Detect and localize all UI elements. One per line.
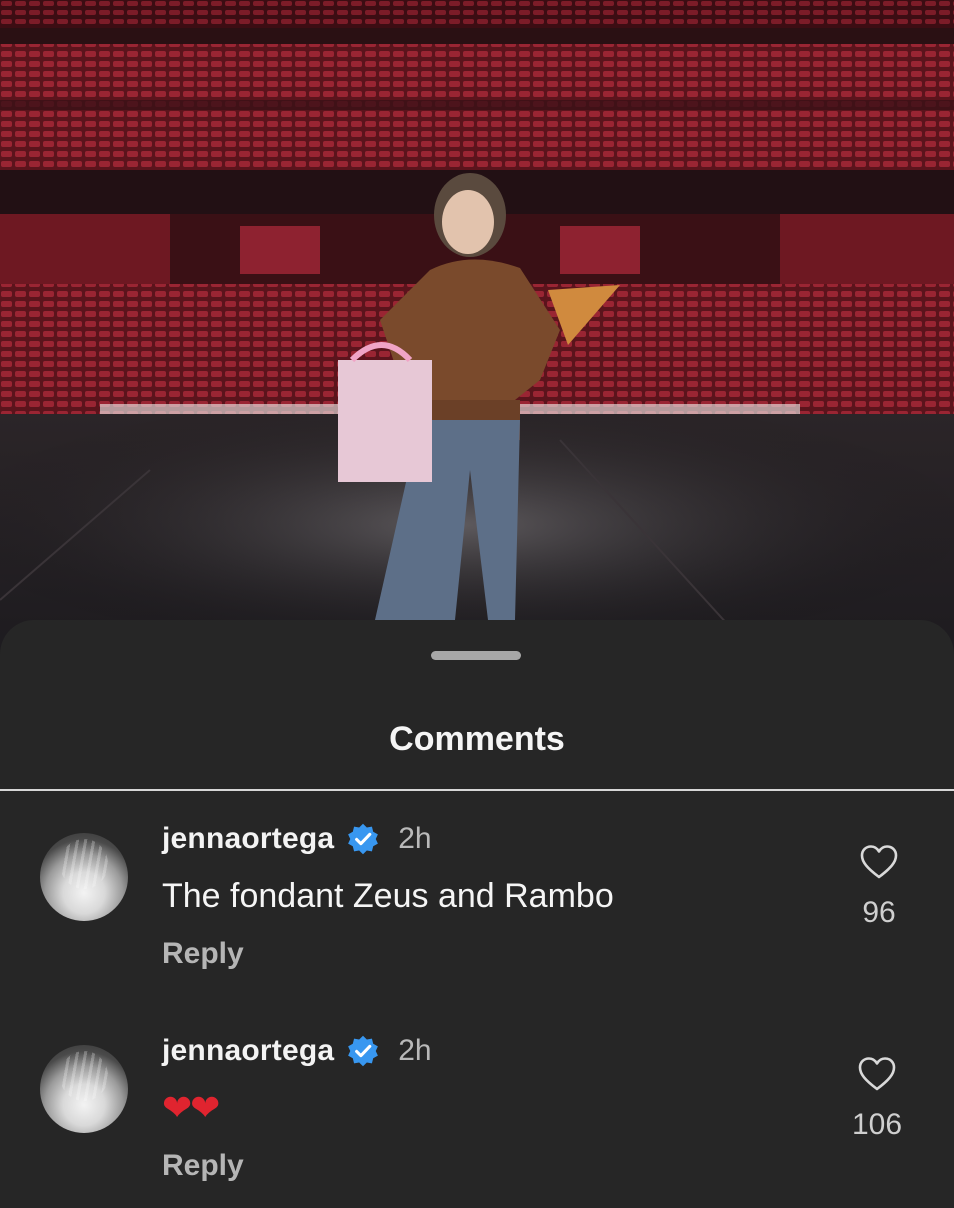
timestamp: 2h bbox=[398, 1034, 432, 1067]
verified-badge-icon bbox=[348, 1035, 379, 1067]
comment-item: jennaortega 2h ❤❤ Reply 106 bbox=[0, 1028, 954, 1208]
reply-button[interactable]: Reply bbox=[162, 1149, 244, 1183]
timestamp: 2h bbox=[398, 822, 432, 855]
drag-handle[interactable] bbox=[431, 651, 521, 660]
verified-badge-icon bbox=[348, 823, 379, 855]
sheet-title: Comments bbox=[389, 720, 565, 758]
comments-sheet: Comments jennaortega 2h The fondant Zeus… bbox=[0, 620, 954, 1200]
like-count: 106 bbox=[851, 1108, 903, 1141]
reply-button[interactable]: Reply bbox=[162, 937, 244, 971]
comment-meta: jennaortega 2h bbox=[162, 1031, 432, 1071]
username[interactable]: jennaortega bbox=[162, 1034, 334, 1068]
divider bbox=[0, 789, 954, 791]
theater-stage-image bbox=[0, 0, 954, 660]
avatar[interactable] bbox=[40, 1045, 128, 1133]
heart-icon[interactable] bbox=[857, 1055, 897, 1093]
like-count: 96 bbox=[862, 896, 896, 929]
post-photo bbox=[0, 0, 954, 660]
comment-emoji: ❤❤ bbox=[162, 1087, 220, 1128]
comment-meta: jennaortega 2h bbox=[162, 819, 432, 859]
username[interactable]: jennaortega bbox=[162, 822, 334, 856]
heart-icon[interactable] bbox=[859, 843, 899, 881]
comment-text: The fondant Zeus and Rambo bbox=[162, 877, 614, 915]
avatar[interactable] bbox=[40, 833, 128, 921]
comment-item: jennaortega 2h The fondant Zeus and Ramb… bbox=[0, 816, 954, 996]
